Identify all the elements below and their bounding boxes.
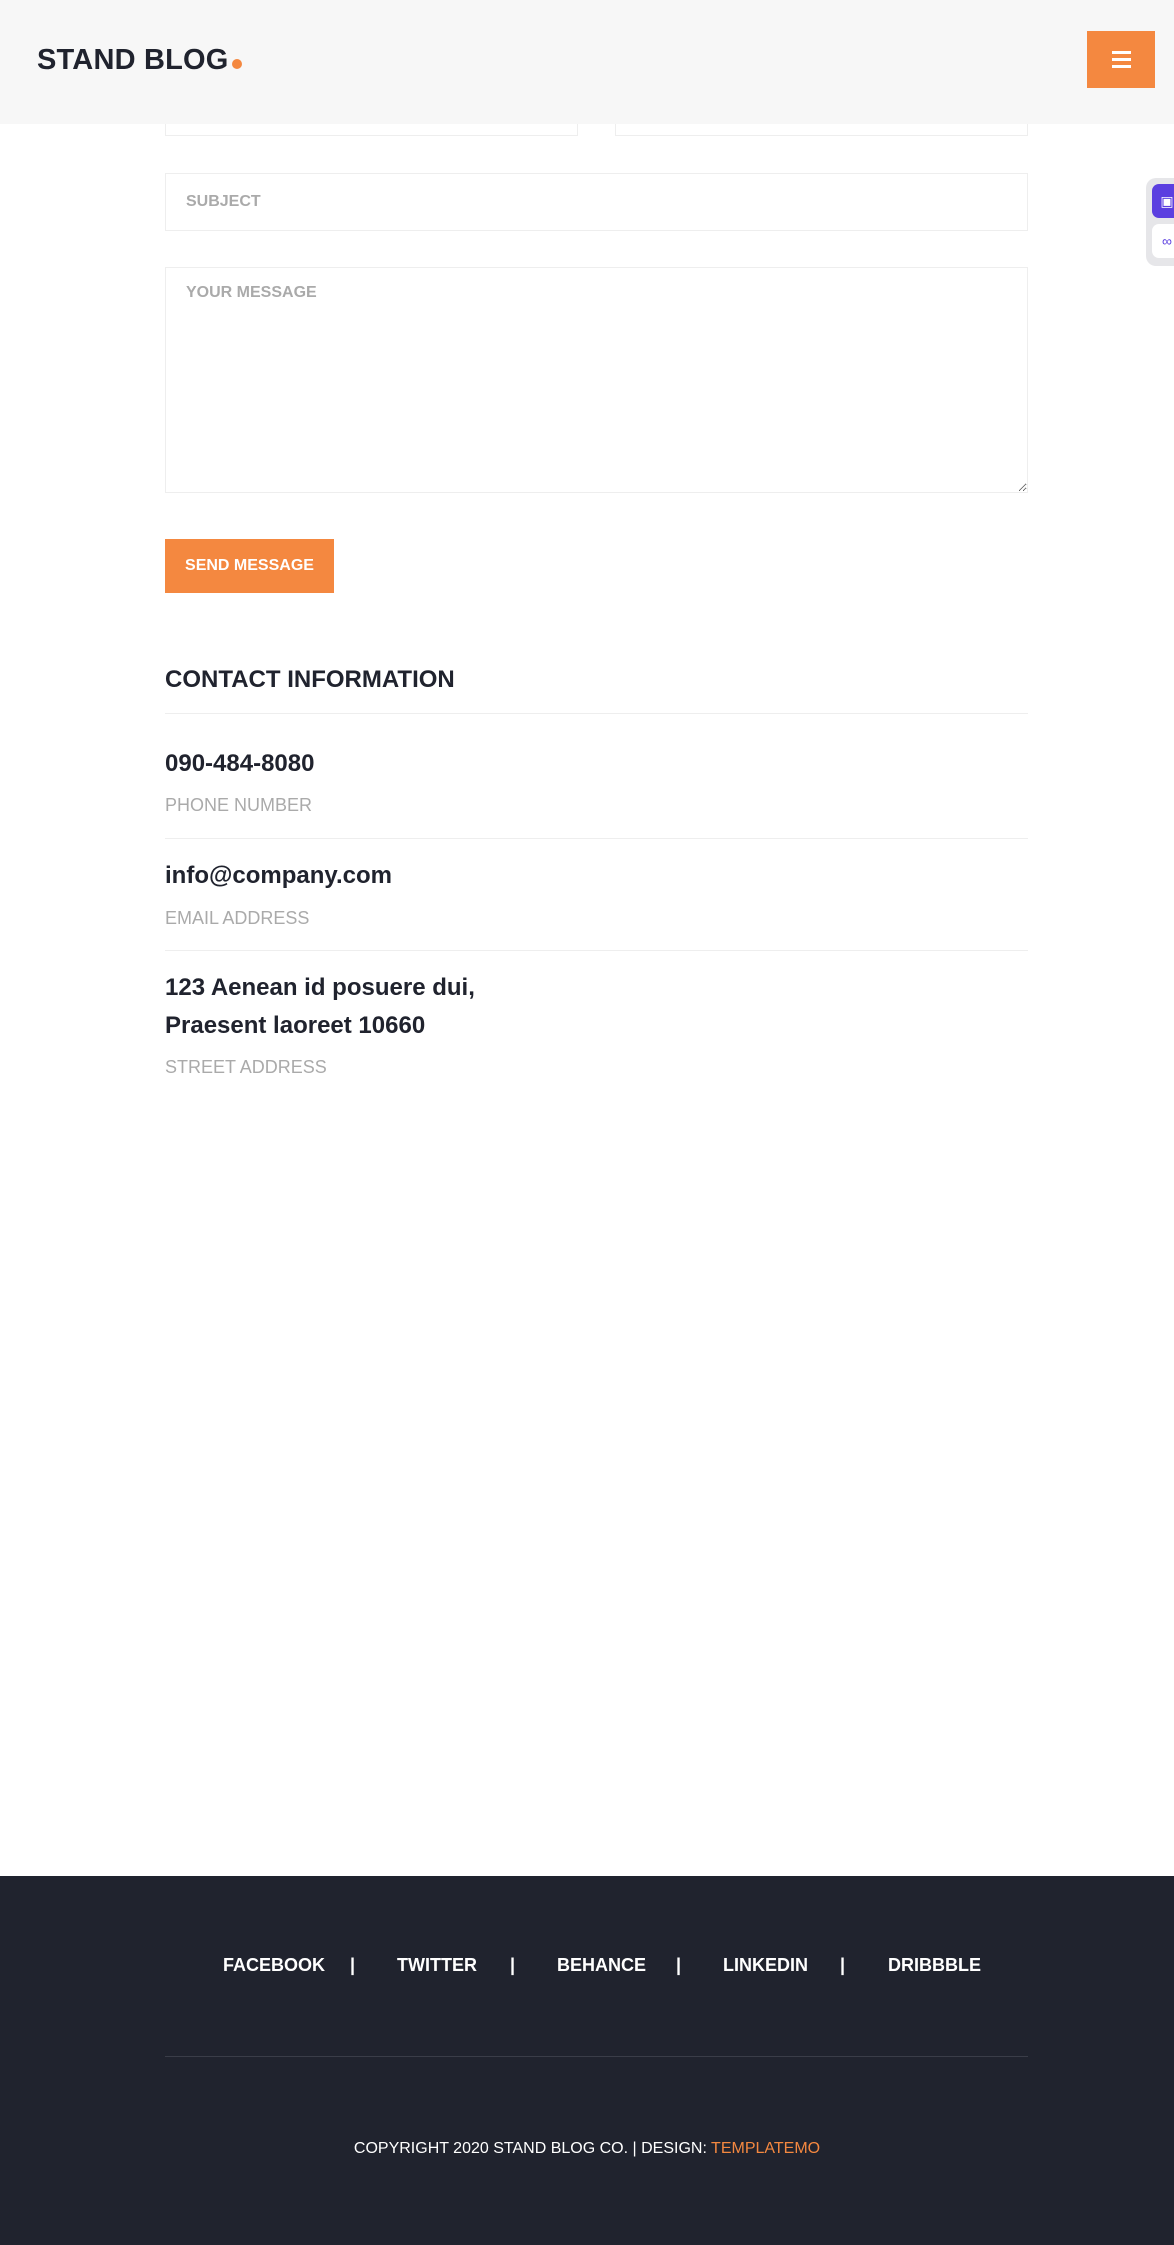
street-address-label: STREET ADDRESS: [165, 1057, 327, 1077]
social-link-linkedin[interactable]: LINKEDIN: [723, 1955, 808, 1976]
social-separator: |: [350, 1955, 356, 1975]
social-link-dribbble[interactable]: DRIBBBLE: [888, 1955, 981, 1976]
divider: [165, 838, 1028, 839]
social-links: FACEBOOK | TWITTER | BEHANCE | LINKEDIN …: [0, 1955, 1174, 1985]
hamburger-icon-bar: [1111, 65, 1131, 68]
send-message-button[interactable]: SEND MESSAGE: [165, 539, 334, 593]
social-separator: |: [676, 1955, 682, 1975]
copyright: COPYRIGHT 2020 STAND BLOG CO. | DESIGN: …: [0, 2140, 1174, 2158]
street-address-line2: Praesent laoreet 10660: [165, 1012, 426, 1039]
logo-text[interactable]: STAND BLOG: [37, 44, 229, 76]
email-address-value: info@company.com: [165, 862, 392, 889]
phone-number-label: PHONE NUMBER: [165, 795, 313, 815]
side-floating-widget: ▣ ∞: [1146, 178, 1174, 266]
social-link-behance[interactable]: BEHANCE: [557, 1955, 646, 1976]
menu-toggle-button[interactable]: [1087, 31, 1155, 88]
hamburger-icon: [1111, 51, 1131, 54]
phone-number-value: 090-484-8080: [165, 750, 315, 777]
social-separator: |: [510, 1955, 516, 1975]
social-link-twitter[interactable]: TWITTER: [397, 1955, 477, 1976]
footer-divider: [165, 2056, 1028, 2057]
site-header: STAND BLOG: [0, 0, 1174, 124]
social-link-facebook[interactable]: FACEBOOK: [223, 1955, 325, 1976]
templatemo-link[interactable]: TEMPLATEMO: [711, 2140, 820, 2157]
message-textarea[interactable]: [165, 267, 1028, 493]
subject-input[interactable]: [165, 173, 1028, 231]
street-address-line1: 123 Aenean id posuere dui,: [165, 974, 475, 1001]
contact-info-title: CONTACT INFORMATION: [165, 666, 455, 693]
copyright-text: COPYRIGHT 2020 STAND BLOG CO. | DESIGN:: [353, 2140, 712, 2157]
chinese-language-icon[interactable]: ∞: [1152, 224, 1174, 258]
email-address-label: EMAIL ADDRESS: [165, 908, 310, 928]
social-separator: |: [840, 1955, 846, 1975]
divider: [165, 950, 1028, 951]
translate-icon[interactable]: ▣: [1152, 184, 1174, 218]
divider: [165, 713, 1028, 714]
logo-dot: [231, 59, 242, 69]
hamburger-icon-bar: [1111, 58, 1131, 61]
site-logo[interactable]: STAND BLOG: [37, 44, 242, 77]
site-footer: FACEBOOK | TWITTER | BEHANCE | LINKEDIN …: [0, 1876, 1174, 2245]
